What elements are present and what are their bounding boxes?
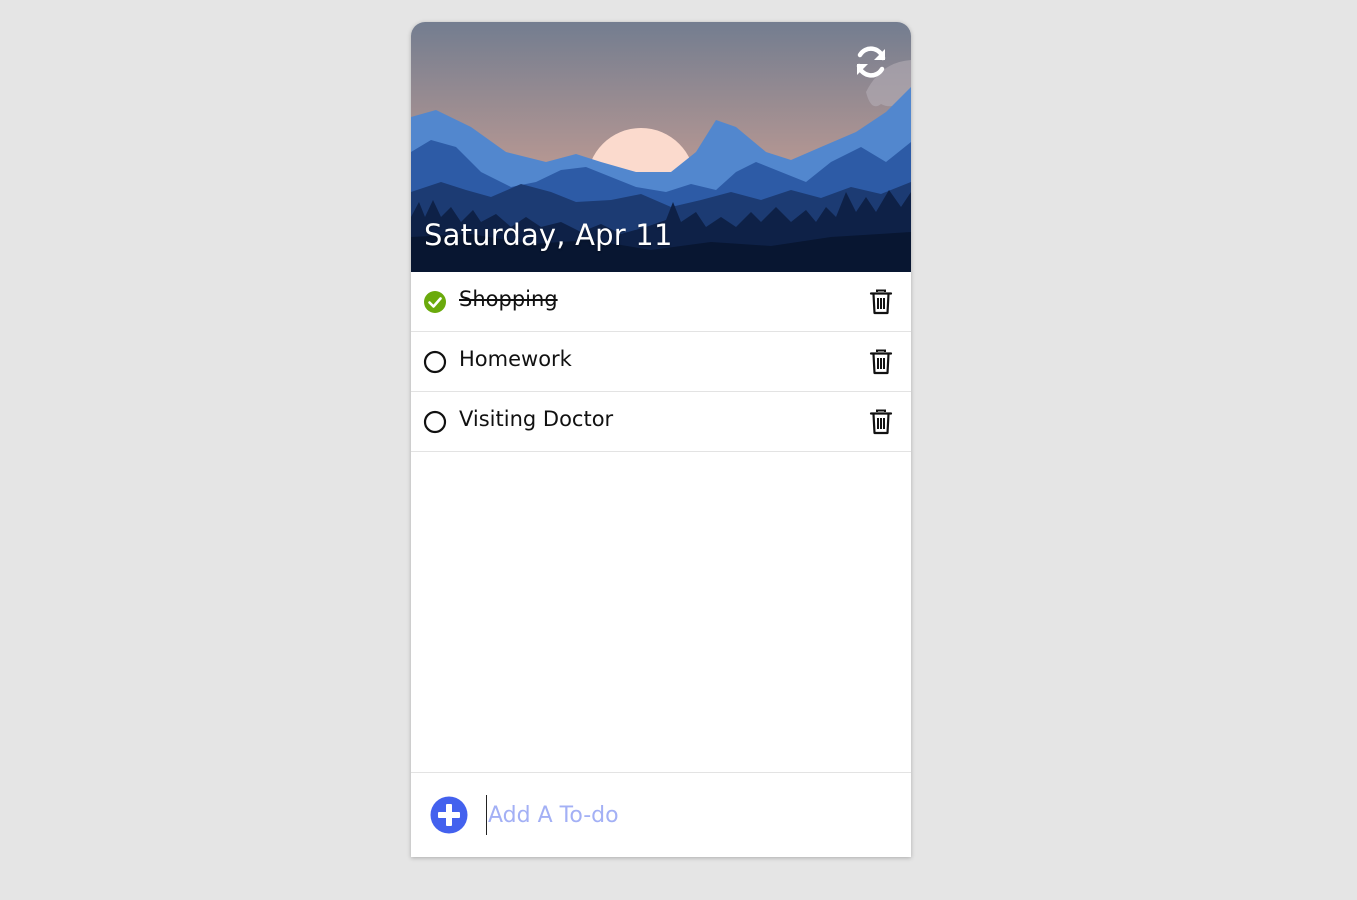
add-todo-input[interactable] [486, 795, 888, 835]
trash-icon[interactable] [869, 349, 893, 375]
refresh-icon[interactable] [853, 44, 889, 80]
unchecked-circle-icon[interactable] [423, 350, 447, 374]
todo-item[interactable]: Homework [411, 332, 911, 392]
todo-item[interactable]: Visiting Doctor [411, 392, 911, 452]
trash-icon[interactable] [869, 409, 893, 435]
add-todo-bar [411, 772, 911, 857]
todo-card: Saturday, Apr 11 Shopping Homework Visit… [411, 22, 911, 857]
todo-item[interactable]: Shopping [411, 272, 911, 332]
header-banner: Saturday, Apr 11 [411, 22, 911, 272]
trash-icon[interactable] [869, 289, 893, 315]
todo-item-label: Shopping [459, 287, 558, 311]
todo-list: Shopping Homework Visiting Doctor [411, 272, 911, 452]
todo-item-label: Homework [459, 347, 572, 371]
unchecked-circle-icon[interactable] [423, 410, 447, 434]
current-date: Saturday, Apr 11 [424, 218, 673, 252]
checked-circle-icon[interactable] [423, 290, 447, 314]
plus-circle-icon[interactable] [430, 796, 468, 834]
todo-item-label: Visiting Doctor [459, 407, 614, 431]
